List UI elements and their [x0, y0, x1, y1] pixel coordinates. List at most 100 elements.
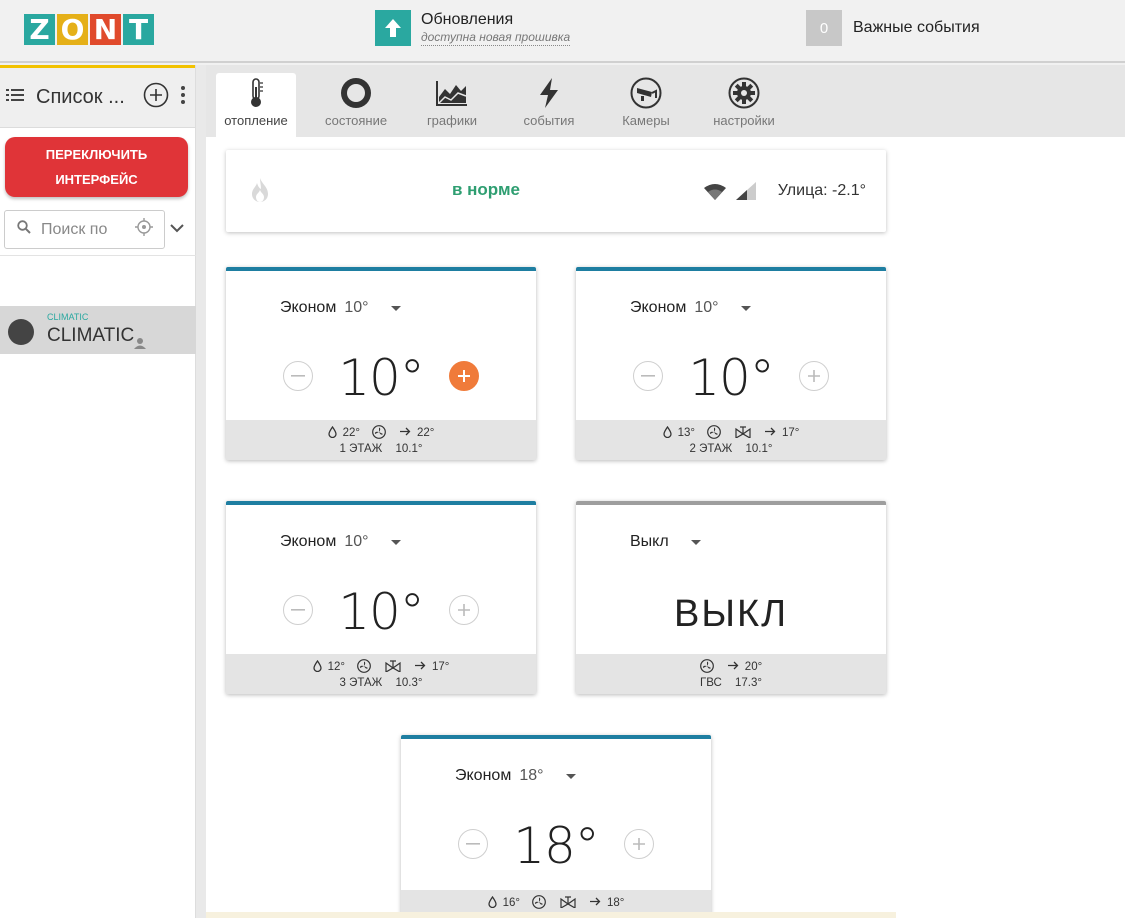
tab-events[interactable]: события [509, 73, 589, 137]
valve-icon [385, 659, 401, 675]
tab-heating[interactable]: отопление [216, 73, 296, 137]
status-text: в норме [451, 180, 521, 199]
updates-notice[interactable]: Обновления доступна новая прошивка [375, 10, 571, 46]
top-bar: Z O N T Обновления доступна новая прошив… [0, 0, 1125, 63]
switch-label-line2: ИНТЕРФЕЙС [55, 172, 138, 187]
device-name: CLIMATIC [47, 325, 135, 346]
current-temperature: 10.1° [395, 443, 423, 455]
mode-select[interactable]: Выкл [630, 533, 701, 551]
mode-value: 10° [344, 533, 369, 550]
user-icon [133, 336, 147, 354]
mode-select[interactable]: Эконом 18° [455, 767, 576, 785]
logo-letter: N [90, 14, 121, 45]
current-temperature: 10.3° [395, 677, 423, 689]
more-vert-icon[interactable] [181, 86, 185, 109]
tab-label: отопление [224, 113, 288, 128]
drop-icon [312, 659, 322, 675]
fan-icon [707, 424, 721, 442]
wifi-icon [704, 184, 726, 205]
events-count-badge: 0 [806, 10, 842, 46]
search-input[interactable]: Поиск по [4, 210, 165, 249]
device-list-item[interactable]: CLIMATIC CLIMATIC [0, 306, 196, 354]
target-temperature: 18° [513, 817, 600, 875]
drop-icon [487, 895, 497, 911]
increase-button[interactable] [624, 829, 654, 859]
bottom-strip [206, 912, 896, 918]
sidebar: Список ... ПЕРЕКЛЮЧИТЬ ИНТЕРФЕЙС Поиск п… [0, 65, 196, 918]
street-temperature: Улица: -2.1° [777, 182, 866, 199]
mode-select[interactable]: Эконом 10° [630, 299, 751, 317]
device-model: CLIMATIC [47, 312, 89, 322]
panel-divider [196, 65, 206, 918]
current-temperature: 10.1° [745, 443, 773, 455]
tab-label: состояние [324, 113, 388, 128]
off-status: ВЫКЛ [673, 593, 789, 635]
supply-temperature: 22° [417, 427, 435, 439]
valve-icon [735, 425, 751, 441]
updates-subtitle-link[interactable]: доступна новая прошивка [421, 30, 571, 46]
locate-icon[interactable] [134, 217, 154, 242]
zone-footer: 22° 22° 1 ЭТАЖ 10.1° [226, 420, 536, 460]
mode-label: Эконом [455, 767, 512, 784]
events-label: Важные события [853, 19, 980, 36]
tab-charts[interactable]: графики [412, 73, 492, 137]
fan-icon [357, 658, 371, 676]
zont-logo[interactable]: Z O N T [24, 14, 154, 45]
status-card: в норме Улица: -2.1° [226, 150, 886, 232]
logo-letter: Z [24, 14, 55, 45]
supply-temperature: 20° [744, 661, 763, 673]
mode-select[interactable]: Эконом 10° [280, 533, 401, 551]
switch-label-line1: ПЕРЕКЛЮЧИТЬ [45, 147, 148, 162]
zone-card: Эконом 10° 10° 13° 17° 2 ЭТАЖ 10.1° [576, 267, 886, 460]
tab-label: Камеры [622, 113, 670, 128]
target-temperature: 10° [338, 349, 425, 407]
drop-icon [662, 425, 672, 441]
important-events[interactable]: 0 Важные события [806, 10, 980, 46]
zone-footer: 13° 17° 2 ЭТАЖ 10.1° [576, 420, 886, 460]
zone-footer: 12° 17° 3 ЭТАЖ 10.3° [226, 654, 536, 694]
zone-card: Выкл ВЫКЛ 20° ГВС 17.3° [576, 501, 886, 694]
current-temperature: 17.3° [735, 677, 762, 689]
sidebar-header: Список ... [0, 65, 195, 128]
humidity-value: 13° [677, 427, 695, 439]
arrow-right-icon [590, 897, 601, 909]
thermometer-icon [216, 73, 296, 113]
list-icon[interactable] [6, 88, 26, 107]
chevron-down-icon[interactable] [169, 220, 185, 238]
zone-footer: 20° ГВС 17.3° [576, 654, 886, 694]
tab-settings[interactable]: настройки [704, 73, 784, 137]
mode-select[interactable]: Эконом 10° [280, 299, 401, 317]
fan-icon [532, 894, 546, 912]
tab-state[interactable]: состояние [316, 73, 396, 137]
increase-button[interactable] [449, 361, 479, 391]
tab-label: события [523, 113, 575, 128]
switch-interface-button[interactable]: ПЕРЕКЛЮЧИТЬ ИНТЕРФЕЙС [5, 137, 188, 197]
add-icon[interactable] [143, 82, 169, 113]
search-icon [17, 220, 31, 239]
arrow-up-icon [375, 10, 411, 46]
arrow-right-icon [765, 427, 776, 439]
dropdown-caret-icon [740, 305, 751, 311]
supply-temperature: 17° [432, 661, 450, 673]
zone-name: 3 ЭТАЖ [339, 677, 383, 689]
zone-name: ГВС [699, 677, 722, 689]
target-temperature: 10° [688, 349, 775, 407]
plus-icon [458, 370, 470, 382]
tab-label: графики [426, 113, 478, 128]
zone-card: Эконом 18° 18° 16° 18° [401, 735, 711, 918]
logo-letter: O [57, 14, 88, 45]
increase-button[interactable] [449, 595, 479, 625]
mode-value: 10° [694, 299, 719, 316]
arrow-right-icon [415, 661, 426, 673]
chart-icon [412, 73, 492, 113]
zone-card: Эконом 10° 10° 22° 22° 1 ЭТАЖ 10.1° [226, 267, 536, 460]
dropdown-caret-icon [390, 305, 401, 311]
increase-button[interactable] [799, 361, 829, 391]
mode-label: Эконом [280, 299, 337, 316]
tab-cameras[interactable]: Камеры [606, 73, 686, 137]
drop-icon [327, 425, 337, 441]
mode-value: 10° [344, 299, 369, 316]
dropdown-caret-icon [690, 539, 701, 545]
tabs-bar: отопление состояние графики события Каме… [206, 65, 1125, 137]
arrow-right-icon [727, 661, 739, 673]
